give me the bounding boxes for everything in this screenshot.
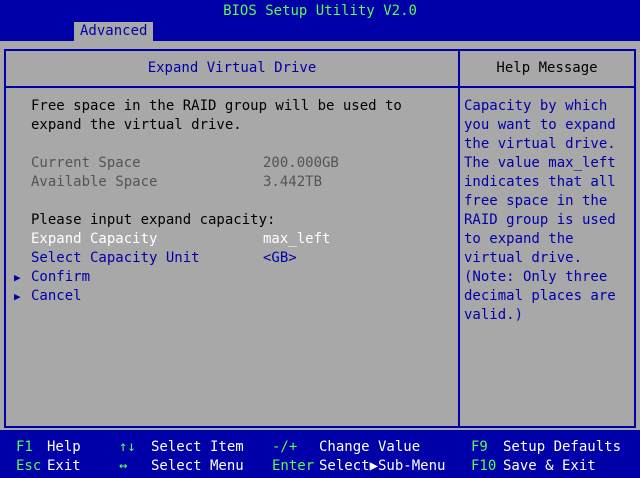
current-space-label: Current Space xyxy=(31,155,141,171)
description-line-1: Free space in the RAID group will be use… xyxy=(31,98,402,114)
enter-key: Enter xyxy=(272,458,315,474)
key-legend: F1 Help Esc Exit ↑↓ Select Item ↔ Select… xyxy=(0,438,640,478)
f1-desc: Help xyxy=(47,439,81,455)
updown-desc: Select Item xyxy=(151,439,244,455)
current-space-value: 200.000GB xyxy=(263,155,339,171)
leftright-desc: Select Menu xyxy=(151,458,244,474)
updown-arrows-icon: ↑↓ xyxy=(119,439,136,455)
f9-key: F9 xyxy=(471,439,488,455)
main-frame: Expand Virtual Drive Help Message Free s… xyxy=(0,41,640,430)
cancel-item[interactable]: Cancel xyxy=(31,287,82,306)
f1-key: F1 xyxy=(16,439,33,455)
esc-desc: Exit xyxy=(47,458,81,474)
help-message-text: Capacity by which you want to expand the… xyxy=(464,98,616,323)
enter-desc: Select▶Sub-Menu xyxy=(319,458,446,474)
capacity-unit-value[interactable]: <GB> xyxy=(263,249,297,268)
cancel-arrow-icon: ▶ xyxy=(14,290,21,303)
confirm-item[interactable]: Confirm xyxy=(31,268,90,287)
title-divider xyxy=(4,86,636,88)
available-space-label: Available Space xyxy=(31,174,158,190)
panel-divider xyxy=(458,49,460,428)
capacity-unit-label[interactable]: Select Capacity Unit xyxy=(31,249,200,268)
f10-desc: Save & Exit xyxy=(503,458,596,474)
expand-capacity-label[interactable]: Expand Capacity xyxy=(31,230,157,249)
available-space-value: 3.442TB xyxy=(263,174,323,190)
leftright-arrows-icon: ↔ xyxy=(119,458,128,474)
expand-capacity-value[interactable]: max_left xyxy=(263,230,330,249)
tab-advanced[interactable]: Advanced xyxy=(74,22,154,41)
change-desc: Change Value xyxy=(319,439,421,455)
esc-key: Esc xyxy=(16,458,42,474)
f9-desc: Setup Defaults xyxy=(503,439,622,455)
panel-title: Expand Virtual Drive xyxy=(147,60,317,76)
help-title: Help Message xyxy=(496,60,598,76)
expand-prompt: Please input expand capacity: xyxy=(31,212,276,228)
bios-title: BIOS Setup Utility V2.0 xyxy=(223,3,417,19)
confirm-arrow-icon: ▶ xyxy=(14,271,21,284)
f10-key: F10 xyxy=(471,458,497,474)
change-key: -/+ xyxy=(272,439,298,455)
description-line-2: expand the virtual drive. xyxy=(31,117,242,133)
